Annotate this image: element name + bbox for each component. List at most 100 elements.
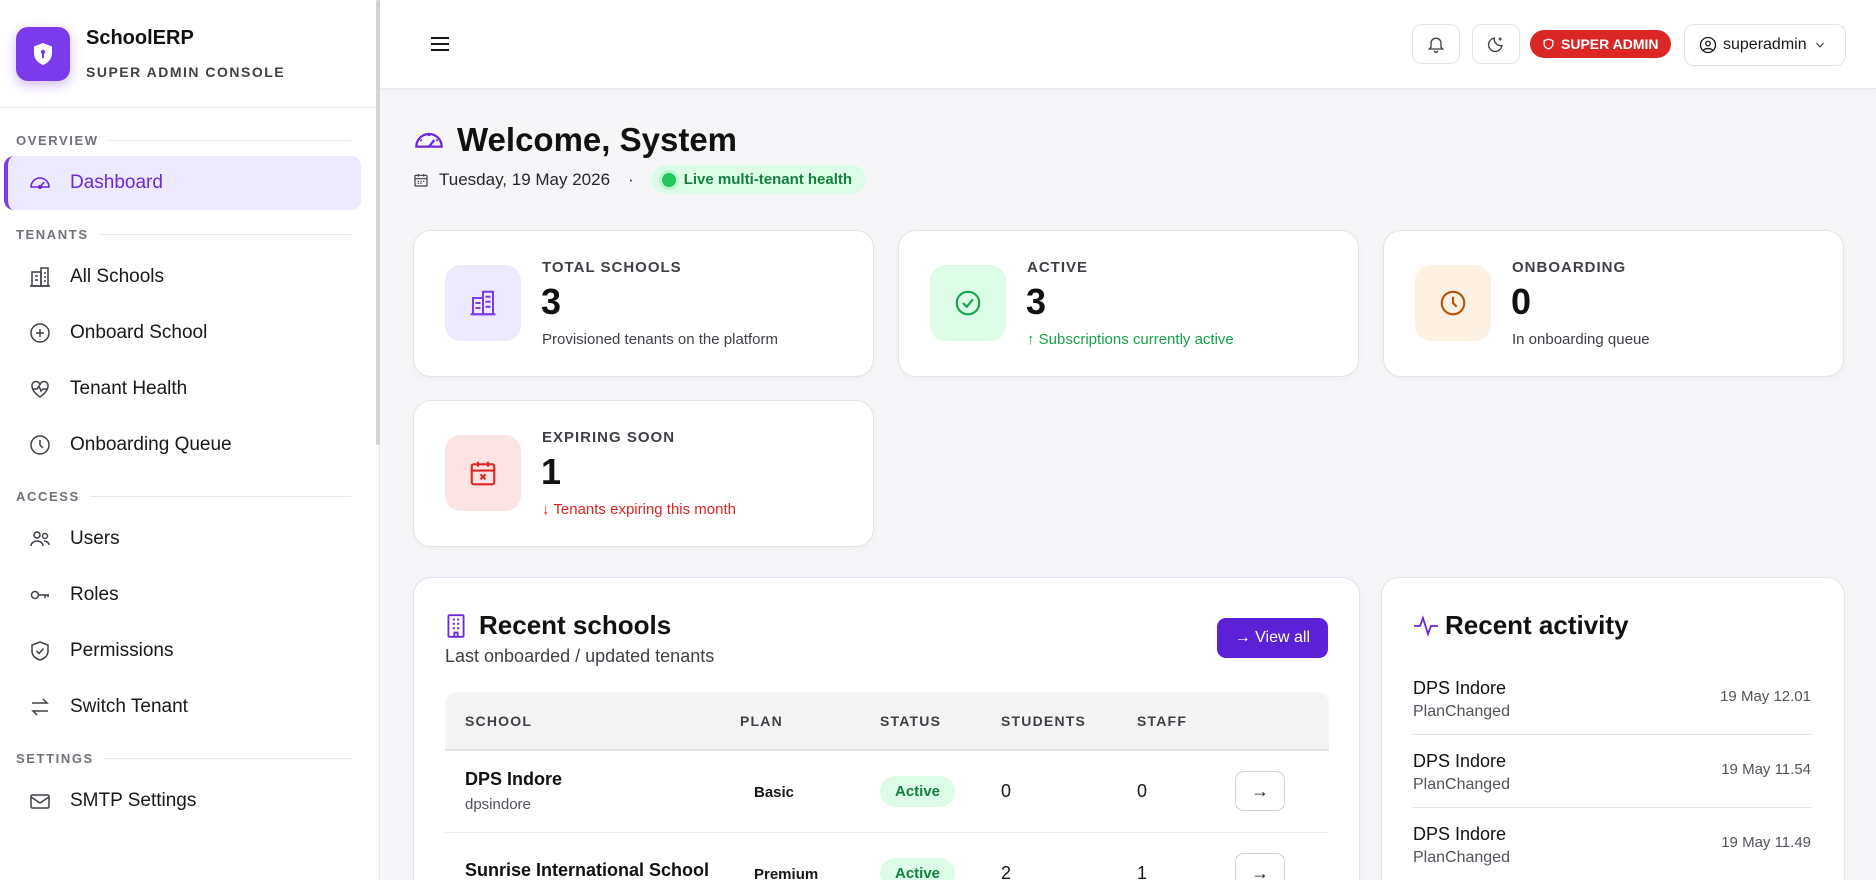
theme-toggle-button[interactable] bbox=[1472, 24, 1520, 64]
stat-description: In onboarding queue bbox=[1512, 331, 1650, 348]
column-header: PLAN bbox=[740, 692, 880, 751]
sidebar-item-onboard-school[interactable]: Onboard School bbox=[4, 306, 361, 360]
bell-icon bbox=[1427, 37, 1445, 53]
status-badge: Active bbox=[880, 775, 956, 807]
stat-value: 3 bbox=[1026, 281, 1047, 322]
activity-item[interactable]: DPS Indore PlanChanged 19 May 11.49 bbox=[1413, 808, 1811, 880]
sidebar-item-dashboard[interactable]: Dashboard bbox=[4, 156, 361, 210]
activity-title: DPS Indore bbox=[1413, 678, 1507, 698]
sidebar: SchoolERP SUPER ADMIN CONSOLE OVERVIEW D… bbox=[0, 0, 380, 880]
activity-title: DPS Indore bbox=[1413, 751, 1507, 771]
plan-label: Basic bbox=[754, 783, 795, 801]
section-access: ACCESS bbox=[0, 482, 379, 510]
heart-pulse-icon bbox=[31, 380, 49, 398]
activity-item[interactable]: DPS Indore PlanChanged 19 May 11.54 bbox=[1413, 735, 1811, 808]
open-school-button[interactable]: → bbox=[1235, 771, 1285, 812]
shield-logo-icon bbox=[16, 26, 70, 81]
calendar-x-icon bbox=[445, 435, 521, 511]
notifications-button[interactable] bbox=[1412, 24, 1460, 64]
activity-title: DPS Indore bbox=[1413, 824, 1507, 844]
stat-value: 3 bbox=[541, 281, 562, 322]
username: superadmin bbox=[1723, 36, 1807, 53]
activity-time: 19 May 11.54 bbox=[1721, 761, 1811, 778]
page-title: Welcome, System bbox=[457, 121, 738, 158]
gauge-icon bbox=[415, 132, 443, 148]
stat-label: ONBOARDING bbox=[1512, 259, 1627, 276]
sidebar-item-label: Switch Tenant bbox=[70, 696, 188, 717]
role-badge: SUPER ADMIN bbox=[1530, 30, 1671, 58]
stat-description: Provisioned tenants on the platform bbox=[542, 331, 778, 348]
staff-count: 0 bbox=[1137, 750, 1235, 833]
school-name[interactable]: DPS Indore bbox=[465, 769, 740, 790]
stat-label: EXPIRING SOON bbox=[542, 429, 676, 446]
students-count: 0 bbox=[1001, 750, 1137, 833]
stat-value: 1 bbox=[541, 451, 562, 492]
activity-item[interactable]: DPS Indore PlanChanged 19 May 12.01 bbox=[1413, 662, 1811, 735]
activity-pulse-icon bbox=[1414, 614, 1438, 637]
live-dot-icon bbox=[661, 172, 676, 187]
panel-subtitle: Last onboarded / updated tenants bbox=[445, 646, 715, 666]
sidebar-item-label: Onboarding Queue bbox=[70, 434, 232, 455]
stat-value: 0 bbox=[1511, 281, 1532, 322]
moon-stars-icon bbox=[1487, 37, 1503, 53]
stat-card-expiring-soon: EXPIRING SOON 1 ↓ Tenants expiring this … bbox=[413, 400, 874, 547]
activity-time: 19 May 12.01 bbox=[1720, 688, 1811, 705]
table-row[interactable]: Sunrise International School Premium Act… bbox=[445, 832, 1329, 880]
column-header: SCHOOL bbox=[445, 692, 740, 751]
view-all-button[interactable]: → View all bbox=[1216, 618, 1328, 658]
activity-type: PlanChanged bbox=[1413, 849, 1510, 866]
clock-icon bbox=[1415, 265, 1491, 341]
users-icon bbox=[30, 531, 50, 547]
sidebar-item-permissions[interactable]: Permissions bbox=[4, 624, 361, 678]
sidebar-item-all-schools[interactable]: All Schools bbox=[4, 250, 361, 304]
calendar-icon bbox=[414, 173, 428, 187]
sidebar-item-smtp-settings[interactable]: SMTP Settings bbox=[4, 774, 361, 828]
section-settings: SETTINGS bbox=[0, 744, 379, 772]
stat-label: TOTAL SCHOOLS bbox=[542, 259, 682, 276]
sidebar-item-tenant-health[interactable]: Tenant Health bbox=[4, 362, 361, 416]
shield-icon bbox=[1543, 38, 1554, 50]
building-icon bbox=[445, 265, 521, 341]
column-header: STAFF bbox=[1137, 692, 1235, 751]
brand-title: SchoolERP bbox=[86, 27, 194, 49]
open-school-button[interactable]: → bbox=[1235, 853, 1285, 880]
sidebar-item-roles[interactable]: Roles bbox=[4, 568, 361, 622]
table-row[interactable]: DPS Indore dpsindore Basic Active 0 0 → bbox=[445, 750, 1329, 833]
stat-description: ↓ Tenants expiring this month bbox=[542, 501, 736, 518]
activity-type: PlanChanged bbox=[1413, 703, 1510, 720]
sidebar-item-label: Tenant Health bbox=[70, 378, 188, 399]
live-status-badge: Live multi-tenant health bbox=[651, 165, 867, 194]
stat-card-total-schools: TOTAL SCHOOLS 3 Provisioned tenants on t… bbox=[413, 230, 874, 377]
plan-label: Premium bbox=[754, 865, 819, 880]
column-header: STATUS bbox=[880, 692, 1001, 751]
status-badge: Active bbox=[880, 857, 956, 880]
column-header-actions bbox=[1235, 692, 1329, 751]
switch-arrows-icon bbox=[31, 698, 49, 716]
building-icon bbox=[30, 267, 50, 287]
chevron-down-icon bbox=[1815, 42, 1824, 48]
column-header: STUDENTS bbox=[1001, 692, 1137, 751]
check-circle-icon bbox=[930, 265, 1006, 341]
live-status-label: Live multi-tenant health bbox=[683, 171, 853, 188]
school-slug: dpsindore bbox=[465, 796, 531, 814]
sidebar-item-onboarding-queue[interactable]: Onboarding Queue bbox=[4, 418, 361, 472]
topbar: SUPER ADMIN superadmin bbox=[380, 0, 1876, 89]
sidebar-item-users[interactable]: Users bbox=[4, 512, 361, 566]
school-name[interactable]: Sunrise International School bbox=[465, 860, 740, 880]
staff-count: 1 bbox=[1137, 832, 1235, 880]
recent-activity-panel: Recent activity DPS Indore PlanChanged 1… bbox=[1381, 577, 1845, 880]
brand[interactable]: SchoolERP SUPER ADMIN CONSOLE bbox=[0, 0, 379, 108]
schools-table: SCHOOL PLAN STATUS STUDENTS STAFF DPS In… bbox=[445, 692, 1329, 880]
sidebar-item-label: SMTP Settings bbox=[70, 790, 197, 811]
building-icon bbox=[447, 613, 465, 638]
gauge-icon bbox=[30, 177, 50, 190]
clock-icon bbox=[30, 435, 50, 455]
stat-card-active: ACTIVE 3 ↑ Subscriptions currently activ… bbox=[898, 230, 1359, 377]
activity-time: 19 May 11.49 bbox=[1721, 834, 1811, 851]
separator: · bbox=[628, 169, 634, 189]
stat-card-onboarding: ONBOARDING 0 In onboarding queue bbox=[1383, 230, 1844, 377]
sidebar-item-label: All Schools bbox=[70, 266, 164, 287]
user-menu-button[interactable]: superadmin bbox=[1684, 24, 1846, 66]
sidebar-item-switch-tenant[interactable]: Switch Tenant bbox=[4, 680, 361, 734]
hamburger-menu-icon[interactable] bbox=[428, 32, 452, 56]
